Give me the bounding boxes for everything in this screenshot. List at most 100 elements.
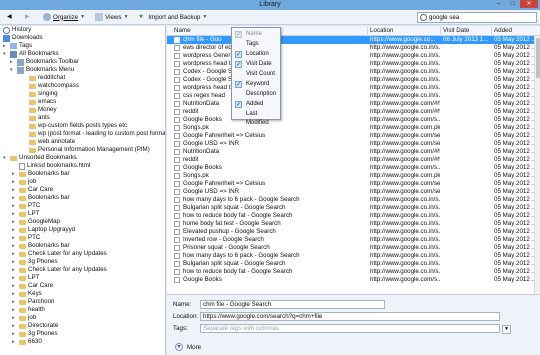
column-header-added[interactable]: Added xyxy=(494,27,512,34)
sidebar-unsorted-item[interactable]: ▸ PTC xyxy=(12,234,40,242)
expand-arrow-icon[interactable]: ▸ xyxy=(12,250,17,258)
expand-arrow-icon[interactable]: ▸ xyxy=(12,218,17,226)
sidebar-unsorted-item[interactable]: ▸ job xyxy=(12,178,36,186)
tags-field[interactable]: Separate tags with commas xyxy=(200,324,500,333)
sidebar-unsorted-item[interactable]: ▸ GoogleMap xyxy=(12,218,60,226)
sidebar-item-history[interactable]: History xyxy=(3,26,31,34)
sidebar-item-all-bookmarks[interactable]: ▾ All Bookmarks xyxy=(3,50,59,58)
sidebar-menu-folder[interactable]: ants xyxy=(22,114,50,122)
expand-arrow-icon[interactable]: ▸ xyxy=(12,194,17,202)
sidebar-menu-folder[interactable]: wp-custom fields posts types etc xyxy=(22,122,127,130)
expand-arrow-icon[interactable]: ▸ xyxy=(12,226,17,234)
table-row[interactable]: Codex - Google Shttp://www.google.co.in/… xyxy=(167,68,540,76)
column-divider[interactable] xyxy=(491,26,492,36)
sidebar-menu-folder[interactable]: singing xyxy=(22,90,58,98)
sidebar-unsorted-item[interactable]: ▸ Laptop Upgrayyd xyxy=(12,226,75,234)
column-menu-item[interactable]: Last Modified xyxy=(232,110,280,126)
table-row[interactable]: Elevated pushup - Google Search http://ww… xyxy=(167,228,540,236)
minimize-button[interactable]: – xyxy=(492,0,505,8)
close-button[interactable]: ✕ xyxy=(520,0,538,8)
sidebar-menu-folder[interactable]: emacs xyxy=(22,98,56,106)
collapse-arrow-icon[interactable]: ▾ xyxy=(3,154,8,162)
sidebar-item-downloads[interactable]: Downloads xyxy=(3,34,43,42)
expand-arrow-icon[interactable]: ▸ xyxy=(12,170,17,178)
table-row[interactable]: Bulgarian split squat - Google Search htt… xyxy=(167,204,540,212)
column-menu-item[interactable]: ✓ Visit Date xyxy=(232,60,280,69)
sidebar-unsorted-item[interactable]: ▸ 6630 xyxy=(12,338,42,346)
table-row[interactable]: ews director of ed http://www.google.co.i… xyxy=(167,44,540,52)
table-row[interactable]: Songs.pk http://www.google.com.pk/... 05 M… xyxy=(167,172,540,180)
column-menu-item[interactable]: ✓ Keyword xyxy=(232,80,280,89)
name-field[interactable]: chm file - Google Search xyxy=(200,300,385,309)
sidebar-menu-folder[interactable]: redditchat xyxy=(22,74,65,82)
table-row[interactable]: Google Fahrenheit => Celsius http://www.g… xyxy=(167,132,540,140)
sidebar-unsorted-item[interactable]: ▸ Parchoon xyxy=(12,298,55,306)
column-divider[interactable] xyxy=(367,26,368,36)
collapse-arrow-icon[interactable]: ▾ xyxy=(3,50,8,58)
expand-arrow-icon[interactable]: ▸ xyxy=(12,274,17,282)
back-button[interactable]: ◀ xyxy=(4,12,18,23)
expand-arrow-icon[interactable]: ▸ xyxy=(12,210,17,218)
table-row[interactable]: wordpress head ta http://www.google.co.in… xyxy=(167,84,540,92)
organize-menu-button[interactable]: Organize ▼ xyxy=(40,12,88,23)
sidebar-menu-folder[interactable]: watchcompass xyxy=(22,82,79,90)
search-box[interactable] xyxy=(417,12,537,23)
sidebar-unsorted-item[interactable]: ▸ Keys xyxy=(12,290,42,298)
expand-arrow-icon[interactable]: ▸ xyxy=(12,202,17,210)
column-header-name[interactable]: Name xyxy=(174,27,191,34)
sidebar-unsorted-item[interactable]: ▸ Directorate xyxy=(12,322,58,330)
table-row[interactable]: NutritionData http://www.google.com/#h...… xyxy=(167,148,540,156)
table-row[interactable]: Google Fahrenheit => Celsius http://www.g… xyxy=(167,180,540,188)
expand-arrow-icon[interactable]: ▸ xyxy=(12,282,17,290)
sidebar-unsorted-item[interactable]: ▸ 3g Phones xyxy=(12,258,58,266)
table-row[interactable]: Codex - Google Shttp://www.google.co.in/… xyxy=(167,76,540,84)
table-row[interactable]: reddit http://www.google.com/#h... 05 May … xyxy=(167,156,540,164)
expand-arrow-icon[interactable]: ▸ xyxy=(12,178,17,186)
expand-arrow-icon[interactable]: ▸ xyxy=(12,330,17,338)
maximize-button[interactable]: □ xyxy=(506,0,519,8)
sidebar-unsorted-item[interactable]: ▸ job xyxy=(12,314,36,322)
table-row[interactable]: chm file - Goo https://www.google.co... 06… xyxy=(167,36,540,44)
table-row[interactable]: home body fat test - Google Search http:/… xyxy=(167,220,540,228)
column-menu-item[interactable]: ✓ Name xyxy=(232,30,280,39)
sidebar-item-bookmarks-menu[interactable]: ▾ Bookmarks Menu xyxy=(10,66,74,74)
column-header-location[interactable]: Location xyxy=(370,27,393,34)
sidebar-unsorted-item[interactable]: ▸ Car Care xyxy=(12,186,53,194)
collapse-arrow-icon[interactable]: ▾ xyxy=(10,66,15,74)
sidebar-unsorted-item[interactable]: ▸ Bookmarks bar xyxy=(12,242,70,250)
forward-button[interactable]: ▶ xyxy=(22,12,36,23)
import-backup-menu-button[interactable]: ★ Import and Backup ▼ xyxy=(135,12,210,23)
table-row[interactable]: how many days to 6 pack - Google Search h… xyxy=(167,252,540,260)
table-row[interactable]: Prisoner squat - Google Search http://www… xyxy=(167,244,540,252)
tags-expand-button[interactable]: ▼ xyxy=(502,325,511,334)
sidebar-unsorted-item[interactable]: ▸ 3g Phones xyxy=(12,330,58,338)
search-input[interactable] xyxy=(429,14,529,21)
table-row[interactable]: how many days to 6 pack - Google Search h… xyxy=(167,196,540,204)
table-row[interactable]: Google USD => INR http://www.google.com/s… xyxy=(167,140,540,148)
table-row[interactable]: wordpress Gener http://www.google.co.in/s… xyxy=(167,52,540,60)
table-row[interactable]: how to reduce body fat - Google Search ht… xyxy=(167,268,540,276)
table-row[interactable]: NutritionData http://www.google.com/#h...… xyxy=(167,100,540,108)
table-row[interactable]: reddit http://www.google.com/#h... 05 May … xyxy=(167,108,540,116)
column-menu-item[interactable]: Visit Count xyxy=(232,70,280,79)
sidebar-unsorted-item[interactable]: ▸ Bookmarks bar xyxy=(12,194,70,202)
table-row[interactable]: Bulgarian split squat - Google Search htt… xyxy=(167,260,540,268)
table-row[interactable]: Google Books http://www.google.com/s... 05… xyxy=(167,276,540,284)
scrollbar-thumb[interactable] xyxy=(536,38,540,78)
sidebar-unsorted-item[interactable]: Linksd bookmarks.html xyxy=(12,162,90,170)
sidebar-item-unsorted-bookmarks[interactable]: ▾ Unsorted Bookmarks xyxy=(3,154,77,162)
vertical-scrollbar[interactable] xyxy=(534,36,540,294)
expand-arrow-icon[interactable]: ▸ xyxy=(12,306,17,314)
table-row[interactable]: Google USD => INR http://www.google.com/s… xyxy=(167,188,540,196)
sidebar-unsorted-item[interactable]: ▸ health xyxy=(12,306,45,314)
expand-arrow-icon[interactable]: ▸ xyxy=(12,258,17,266)
expand-arrow-icon[interactable]: ▸ xyxy=(3,42,8,50)
column-menu-item[interactable]: Tags xyxy=(232,40,280,49)
sidebar-unsorted-item[interactable]: ▸ LPT xyxy=(12,274,39,282)
column-menu-item[interactable]: Description xyxy=(232,90,280,99)
expand-arrow-icon[interactable]: ▸ xyxy=(12,242,17,250)
expand-arrow-icon[interactable]: ▸ xyxy=(12,338,17,346)
expand-arrow-icon[interactable]: ▸ xyxy=(12,186,17,194)
sidebar-menu-folder[interactable]: web annotate xyxy=(22,138,75,146)
sidebar-menu-folder[interactable]: wp (post format - leading to custom post… xyxy=(22,130,165,138)
